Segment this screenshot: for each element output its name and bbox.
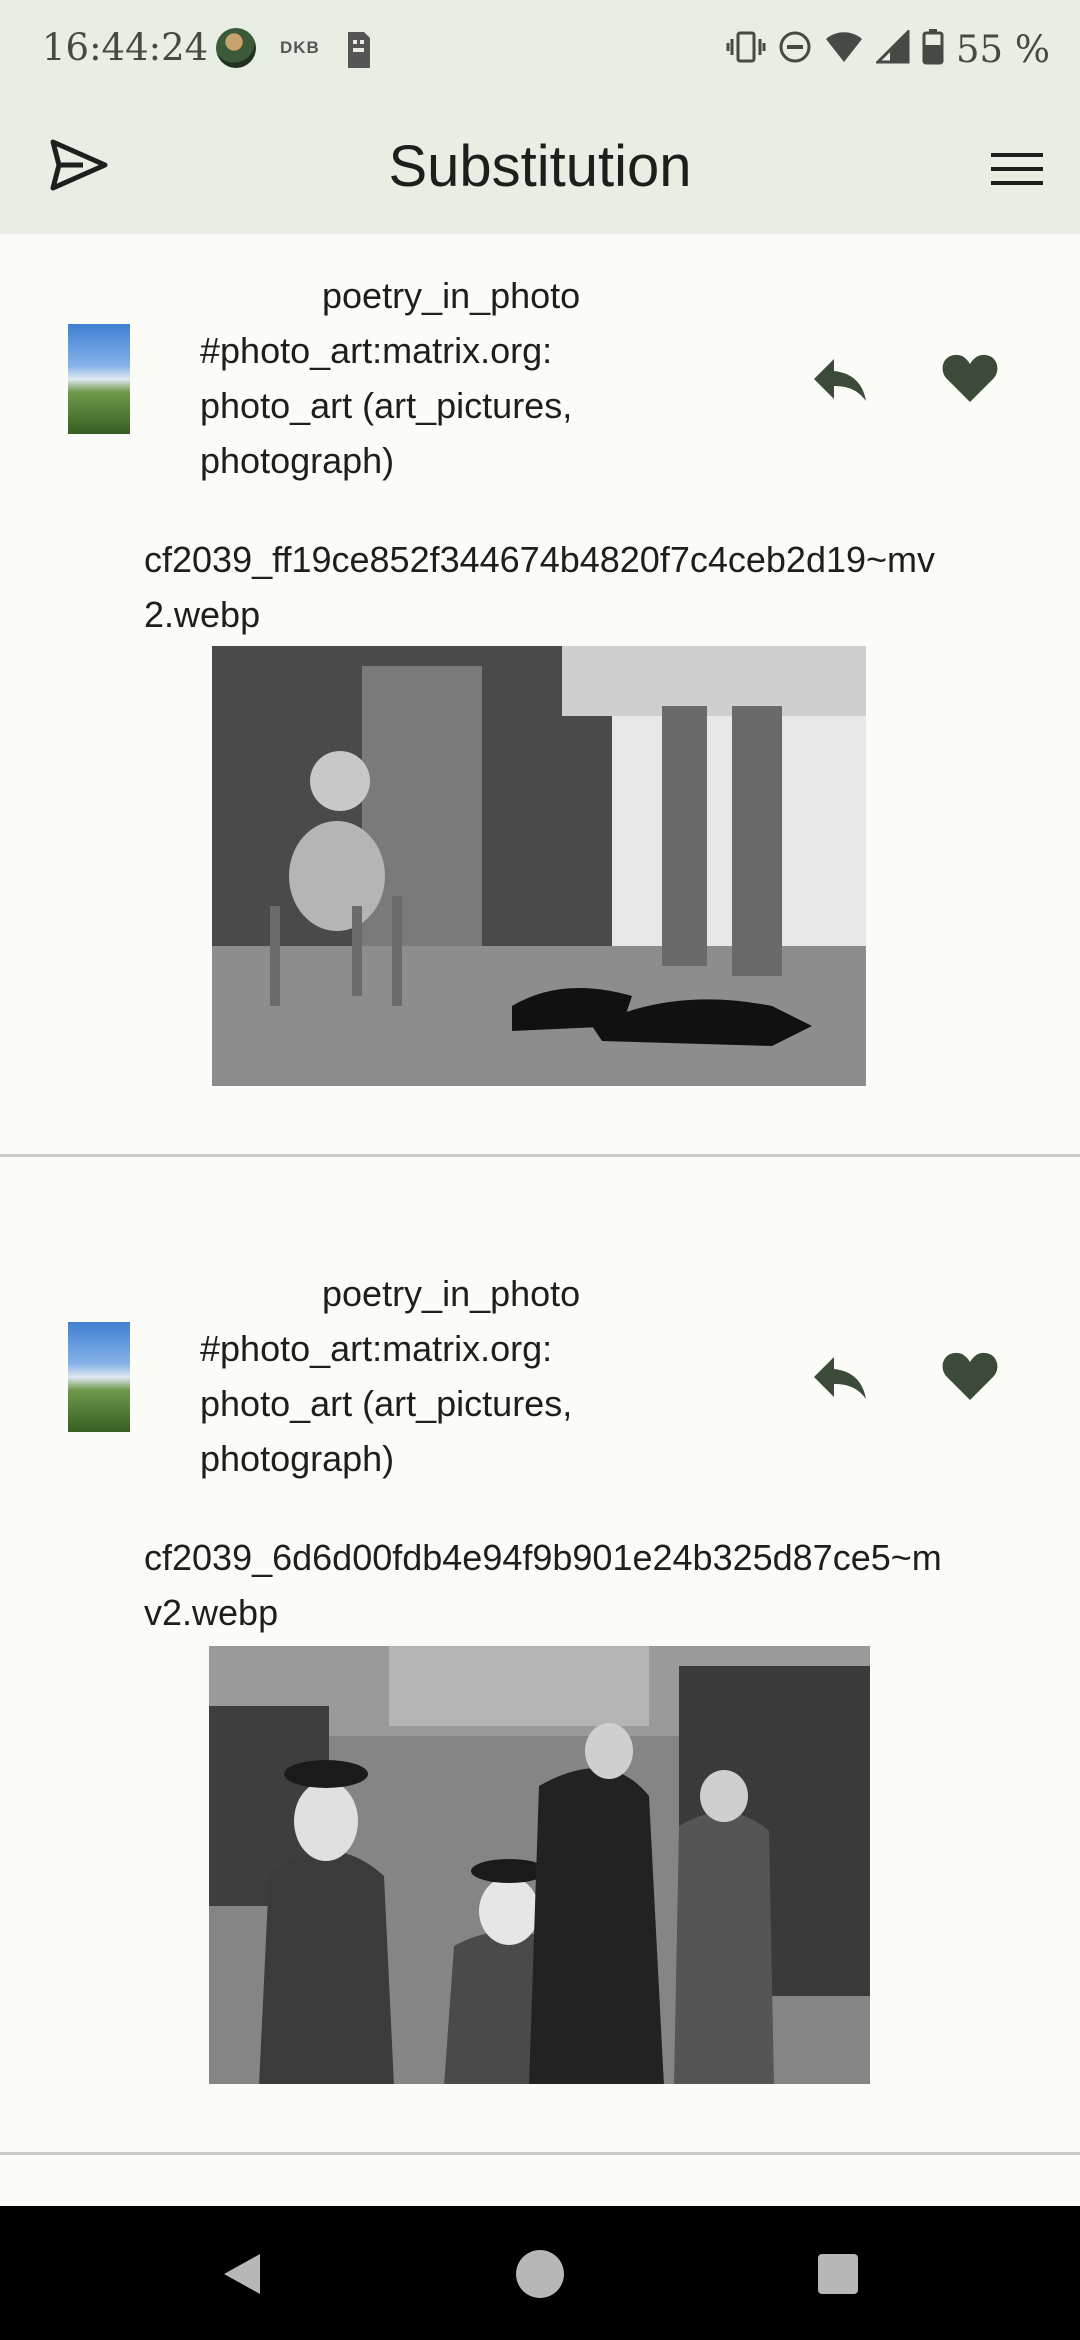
post-divider [0, 2152, 1080, 2155]
send-icon [50, 139, 108, 191]
sender-info: poetry_in_photo #photo_art:matrix.org: p… [200, 1266, 640, 1486]
carrier-badge: DKB [280, 38, 320, 57]
app-bar: Substitution [0, 100, 1080, 234]
message-post: poetry_in_photo #photo_art:matrix.org: p… [0, 234, 1080, 1157]
status-time: 16:44:24 [42, 26, 209, 69]
sender-room: #photo_art:matrix.org: photo_art (art_pi… [200, 330, 573, 481]
battery-percent: 55 % [956, 27, 1050, 71]
sender-info: poetry_in_photo #photo_art:matrix.org: p… [200, 268, 640, 488]
signal-icon [874, 27, 910, 69]
recents-icon[interactable] [818, 2254, 858, 2294]
home-icon[interactable] [516, 2250, 564, 2298]
reply-button[interactable] [800, 1338, 880, 1418]
reply-button[interactable] [800, 340, 880, 420]
system-nav-bar [0, 2206, 1080, 2340]
photo-market-masks [209, 1646, 870, 2084]
heart-icon [942, 354, 998, 402]
sim-card-icon [344, 30, 374, 75]
status-bar: 16:44:24 DKB 55 % [0, 0, 1080, 100]
attached-photo[interactable] [209, 1646, 870, 2084]
do-not-disturb-icon [778, 30, 812, 69]
attached-photo[interactable] [212, 646, 866, 1086]
reply-icon [814, 359, 866, 401]
vibrate-icon [726, 30, 766, 69]
send-button[interactable] [44, 130, 114, 200]
message-post: poetry_in_photo #photo_art:matrix.org: p… [0, 1232, 1080, 2156]
sender-name: poetry_in_photo [322, 1273, 581, 1314]
sender-avatar[interactable] [68, 1322, 130, 1432]
sender-room: #photo_art:matrix.org: photo_art (art_pi… [200, 1328, 573, 1479]
like-button[interactable] [930, 1336, 1010, 1416]
notification-avatar-icon [216, 28, 256, 68]
menu-icon [991, 153, 1043, 185]
attachment-filename: cf2039_ff19ce852f344674b4820f7c4ceb2d19~… [144, 539, 936, 635]
back-icon[interactable] [220, 2252, 264, 2301]
heart-icon [942, 1352, 998, 1400]
status-icons: 55 % [726, 24, 1050, 74]
attachment-filename: cf2039_6d6d00fdb4e94f9b901e24b325d87ce5~… [144, 1537, 942, 1633]
like-button[interactable] [930, 338, 1010, 418]
sender-name: poetry_in_photo [322, 275, 581, 316]
sender-avatar[interactable] [68, 324, 130, 434]
post-divider [0, 1154, 1080, 1157]
reply-icon [814, 1357, 866, 1399]
menu-button[interactable] [982, 134, 1052, 204]
battery-icon [922, 28, 944, 70]
wifi-icon [824, 30, 864, 69]
page-title: Substitution [388, 134, 692, 199]
photo-dog-street [212, 646, 866, 1086]
